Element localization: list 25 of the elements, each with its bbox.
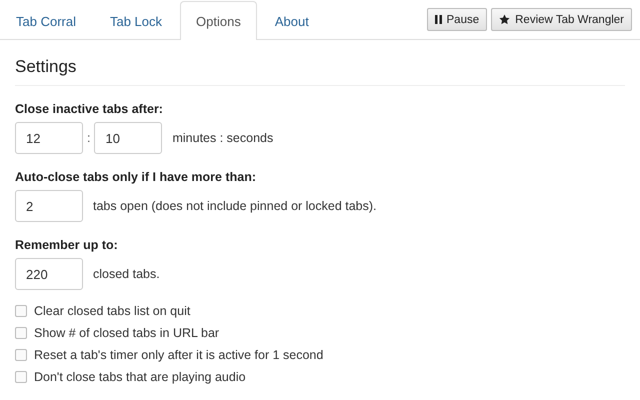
checkbox[interactable] (15, 349, 27, 361)
unit-text: minutes : seconds (172, 131, 274, 145)
checkbox[interactable] (15, 305, 27, 317)
seconds-field[interactable]: 10 (94, 122, 162, 154)
checkbox[interactable] (15, 371, 27, 383)
pause-button[interactable]: Pause (426, 8, 488, 31)
checkbox-label: Show # of closed tabs in URL bar (34, 326, 220, 340)
pause-icon (434, 15, 442, 24)
remember-field[interactable]: 220 (15, 258, 83, 290)
field-label: Close inactive tabs after: (15, 102, 164, 116)
unit-text: tabs open (does not include pinned or locked tabs). (93, 199, 377, 213)
tab[interactable]: Options (180, 1, 257, 40)
separator-text: : (87, 131, 90, 145)
checkbox[interactable] (15, 327, 27, 339)
checkbox-label: Reset a tab's timer only after it is active for 1 second (34, 348, 324, 362)
checkbox-label: Clear closed tabs list on quit (34, 304, 190, 318)
unit-text: closed tabs. (93, 267, 160, 281)
field-label: Remember up to: (15, 238, 119, 252)
tab-count-field[interactable]: 2 (15, 190, 83, 222)
section-heading: Settings (15, 40, 625, 86)
star-icon (499, 14, 510, 25)
minutes-field[interactable]: 12 (15, 122, 83, 154)
review-button[interactable]: Review Tab Wrangler (491, 8, 632, 31)
field-label: Auto-close tabs only if I have more than: (15, 170, 258, 184)
checkbox-label: Don't close tabs that are playing audio (34, 370, 246, 384)
